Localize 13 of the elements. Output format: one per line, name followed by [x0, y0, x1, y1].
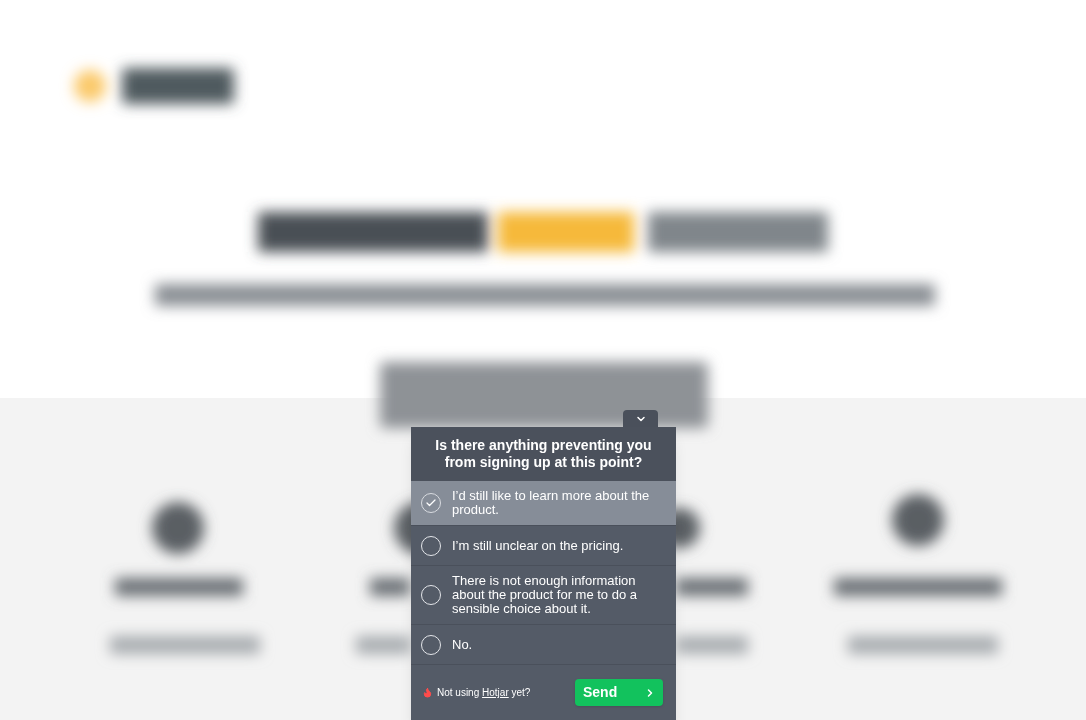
- check-icon: [425, 497, 437, 509]
- option-label: I’d still like to learn more about the product.: [452, 489, 651, 517]
- survey-question: Is there anything preventing you from signing up at this point?: [434, 437, 653, 471]
- answer-option[interactable]: No.: [411, 625, 676, 665]
- answer-option[interactable]: There is not enough information about the product for me to do a sensible choice about it.: [411, 566, 676, 625]
- flame-icon: [422, 687, 433, 698]
- hotjar-link[interactable]: Hotjar: [482, 687, 509, 698]
- option-label: No.: [452, 637, 473, 652]
- answer-option[interactable]: I’m still unclear on the pricing.: [411, 526, 676, 566]
- option-label: I’m still unclear on the pricing.: [452, 538, 624, 553]
- option-label: There is not enough information about the product for me to do a sensible choice about it.: [452, 574, 638, 616]
- collapse-button[interactable]: [623, 410, 658, 427]
- promo-text: Not using Hotjar yet?: [422, 685, 531, 700]
